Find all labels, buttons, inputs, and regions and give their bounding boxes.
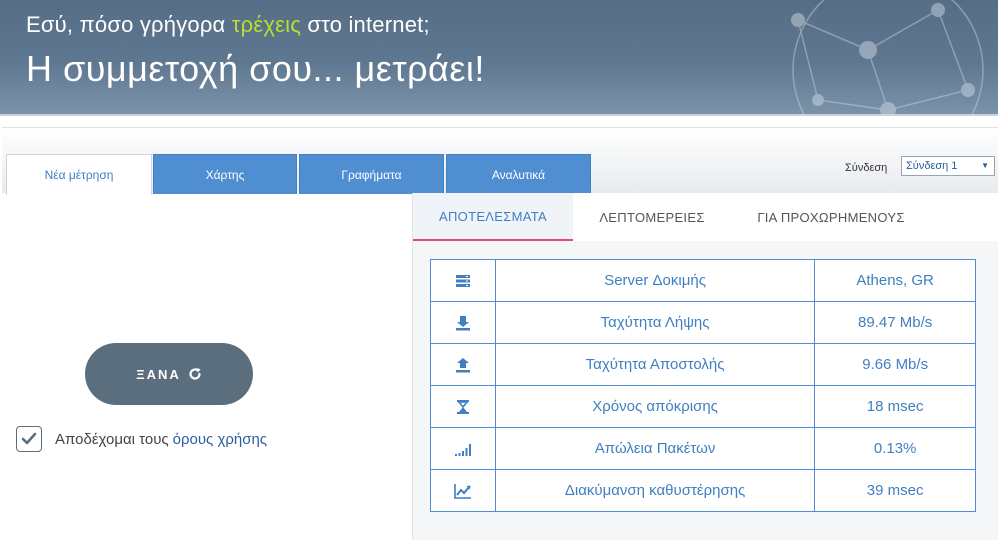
- banner-tagline: Εσύ, πόσο γρήγορα τρέχεις στο internet;: [26, 12, 430, 37]
- result-value: 0.13%: [814, 427, 976, 470]
- line-chart-icon: [454, 483, 471, 499]
- table-row: Ταχύτητα Αποστολής 9.66 Mb/s: [430, 343, 976, 386]
- result-value: 39 msec: [814, 469, 976, 512]
- result-label: Διακύμανση καθυστέρησης: [494, 469, 816, 512]
- main-toolbar: Νέα μέτρηση Χάρτης Γραφήματα Αναλυτικά Σ…: [2, 127, 998, 195]
- banner-headline: Η συμμετοχή σου... μετράει!: [26, 48, 485, 89]
- result-value: 89.47 Mb/s: [814, 301, 976, 344]
- tab-map[interactable]: Χάρτης: [153, 154, 297, 194]
- result-value: 9.66 Mb/s: [814, 343, 976, 386]
- result-value: 18 msec: [814, 385, 976, 428]
- again-button-label: ΞΑΝΑ: [136, 366, 181, 382]
- results-subtabs: ΑΠΟΤΕΛΕΣΜΑΤΑ ΛΕΠΤΟΜΕΡΕΙΕΣ ΓΙΑ ΠΡΟΧΩΡΗΜΕΝ…: [413, 193, 998, 241]
- network-graphic-icon: [791, 0, 984, 114]
- download-icon: [455, 315, 470, 330]
- result-label: Server Δοκιμής: [494, 259, 816, 302]
- tab-analytics[interactable]: Αναλυτικά: [446, 154, 591, 194]
- hourglass-icon: [456, 399, 469, 414]
- tab-new-measurement[interactable]: Νέα μέτρηση: [6, 154, 152, 195]
- upload-icon: [455, 357, 470, 372]
- banner-highlight-word: τρέχεις: [231, 12, 302, 37]
- table-row: Απώλεια Πακέτων 0.13%: [430, 427, 976, 470]
- terms-row: Αποδέχομαι τους όρους χρήσης: [16, 426, 267, 452]
- table-row: Server Δοκιμής Athens, GR: [430, 259, 976, 302]
- table-row: Διακύμανση καθυστέρησης 39 msec: [430, 469, 976, 512]
- subtab-results[interactable]: ΑΠΟΤΕΛΕΣΜΑΤΑ: [413, 193, 573, 241]
- result-value: Athens, GR: [814, 259, 976, 302]
- terms-text: Αποδέχομαι τους: [55, 430, 169, 448]
- terms-of-use-link[interactable]: όρους χρήσης: [173, 431, 267, 448]
- table-row: Χρόνος απόκρισης 18 msec: [430, 385, 976, 428]
- terms-checkbox[interactable]: [16, 426, 42, 452]
- results-table: Server Δοκιμής Athens, GR Ταχύτητα Λήψης…: [430, 259, 976, 512]
- tab-charts[interactable]: Γραφήματα: [299, 154, 444, 194]
- refresh-icon: [189, 368, 201, 380]
- connection-select[interactable]: Σύνδεση 1 ▼: [901, 156, 995, 176]
- subtab-advanced[interactable]: ΓΙΑ ΠΡΟΧΩΡΗΜΕΝΟΥΣ: [731, 193, 931, 241]
- chevron-down-icon: ▼: [981, 161, 989, 170]
- subtab-details[interactable]: ΛΕΠΤΟΜΕΡΕΙΕΣ: [573, 193, 731, 241]
- header-banner: Εσύ, πόσο γρήγορα τρέχεις στο internet; …: [0, 0, 998, 116]
- connection-label: Σύνδεση: [845, 162, 888, 174]
- result-label: Χρόνος απόκρισης: [494, 385, 816, 428]
- results-panel: ΑΠΟΤΕΛΕΣΜΑΤΑ ΛΕΠΤΟΜΕΡΕΙΕΣ ΓΙΑ ΠΡΟΧΩΡΗΜΕΝ…: [412, 193, 998, 540]
- server-icon: [455, 274, 470, 287]
- checkmark-icon: [21, 432, 37, 445]
- result-label: Ταχύτητα Λήψης: [494, 301, 816, 344]
- table-row: Ταχύτητα Λήψης 89.47 Mb/s: [430, 301, 976, 344]
- connection-selected-value: Σύνδεση 1: [906, 160, 958, 172]
- again-button[interactable]: ΞΑΝΑ: [85, 343, 253, 405]
- signal-bars-icon: [454, 443, 471, 456]
- result-label: Ταχύτητα Αποστολής: [494, 343, 816, 386]
- result-label: Απώλεια Πακέτων: [494, 427, 816, 470]
